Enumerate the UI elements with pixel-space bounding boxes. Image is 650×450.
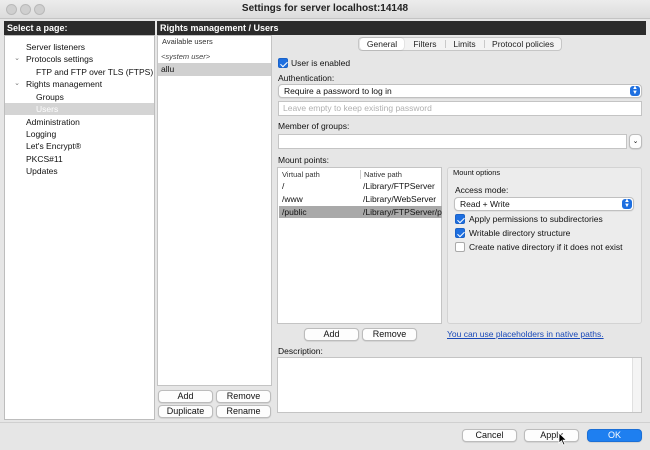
tree-item-label: Groups (36, 92, 64, 102)
tab-general[interactable]: General (360, 38, 404, 50)
native-path-cell: /Library/FTPServer (363, 181, 435, 191)
mount-options-title: Mount options (453, 168, 501, 177)
footer-divider (0, 422, 650, 423)
tree-item-label: Let's Encrypt® (26, 141, 82, 151)
chevron-down-icon[interactable]: ⌄ (13, 53, 21, 65)
remove-mount-button[interactable]: Remove (362, 328, 417, 341)
ok-button[interactable]: OK (587, 429, 642, 442)
virtual-path-header[interactable]: Virtual path (282, 169, 320, 180)
placeholders-link[interactable]: You can use placeholders in native paths… (447, 329, 604, 339)
tree-item[interactable]: Logging (5, 128, 154, 140)
add-mount-button[interactable]: Add (304, 328, 359, 341)
tree-item[interactable]: PKCS#11 (5, 153, 154, 165)
tree-item-label: Administration (26, 117, 80, 127)
groups-dropdown-button[interactable]: ⌄ (629, 134, 642, 149)
virtual-path-cell: /www (282, 194, 303, 204)
remove-user-button[interactable]: Remove (216, 390, 271, 403)
description-label: Description: (278, 346, 323, 356)
tree-item[interactable]: ⌄ Rights management (5, 78, 154, 90)
column-separator (360, 170, 361, 179)
native-path-header[interactable]: Native path (364, 169, 402, 180)
tree-item[interactable]: Server listeners (5, 41, 154, 53)
create-native-checkbox[interactable] (455, 242, 465, 252)
chevron-down-icon[interactable]: ⌄ (13, 78, 21, 90)
user-enabled-checkbox[interactable] (278, 58, 288, 68)
tree-item-label: PKCS#11 (26, 154, 63, 164)
page-tree: Server listeners ⌄ Protocols settings FTP a… (4, 35, 155, 420)
tree-item-label: Protocols settings (26, 54, 94, 64)
authentication-label: Authentication: (278, 73, 335, 83)
writable-structure-label: Writable directory structure (469, 228, 571, 238)
apply-permissions-label: Apply permissions to subdirectories (469, 214, 603, 224)
access-mode-value: Read + Write (460, 199, 510, 209)
native-path-cell: /Library/WebServer (363, 194, 437, 204)
tree-item[interactable]: Groups (5, 91, 154, 103)
authentication-select[interactable]: Require a password to log in ▲ ▼ (278, 84, 642, 98)
tree-item-label: Logging (26, 129, 57, 139)
virtual-path-cell: / (282, 181, 285, 191)
settings-tabs: General Filters Limits Protocol policies (358, 37, 562, 51)
duplicate-user-button[interactable]: Duplicate (158, 405, 213, 418)
description-textarea[interactable] (277, 357, 642, 413)
tree-item-label: Server listeners (26, 42, 86, 52)
tree-item[interactable]: ⌄ Protocols settings (5, 53, 154, 65)
window-title: Settings for server localhost:14148 (241, 3, 409, 14)
tab-limits[interactable]: Limits (446, 38, 483, 50)
rename-user-button[interactable]: Rename (216, 405, 271, 418)
users-column-header: Available users (162, 37, 213, 46)
tree-item-label: Updates (26, 166, 58, 176)
password-input[interactable]: Leave empty to keep existing password (278, 101, 642, 116)
tree-item[interactable]: Administration (5, 116, 154, 128)
description-scrollbar[interactable] (632, 358, 641, 412)
updown-chevron-icon: ▲ ▼ (622, 198, 632, 209)
updown-chevron-icon: ▲ ▼ (630, 85, 640, 96)
mount-row[interactable]: / /Library/FTPServer (279, 180, 442, 192)
tab-protocol-policies[interactable]: Protocol policies (485, 38, 561, 50)
tree-item[interactable]: Updates (5, 165, 154, 177)
access-mode-label: Access mode: (455, 185, 509, 195)
mouse-pointer-icon (558, 432, 568, 446)
users-list (157, 35, 272, 386)
user-item-selected[interactable]: allu (158, 63, 271, 76)
tree-item-label: FTP and FTP over TLS (FTPS) (36, 67, 154, 77)
tree-item[interactable]: FTP and FTP over TLS (FTPS) (5, 66, 154, 78)
member-of-groups-label: Member of groups: (278, 121, 350, 131)
tree-item[interactable]: Let's Encrypt® (5, 140, 154, 152)
mount-row[interactable]: /www/Library/WebServer (279, 193, 442, 205)
tree-item-label: Users (36, 104, 59, 114)
page-title: Rights management / Users (157, 21, 646, 35)
tab-filters[interactable]: Filters (406, 38, 444, 50)
mount-points-table: Virtual path Native path / /Library/FTPSe… (277, 167, 442, 324)
page-list-header: Select a page: (4, 21, 155, 35)
writable-structure-checkbox[interactable] (455, 228, 465, 238)
cancel-button[interactable]: Cancel (462, 429, 517, 442)
mount-row[interactable]: /public/Library/FTPServer/p (279, 206, 442, 218)
apply-permissions-checkbox[interactable] (455, 214, 465, 224)
chevron-down-icon: ⌄ (632, 138, 639, 145)
user-item-system[interactable]: <system user> (158, 50, 271, 63)
add-user-button[interactable]: Add (158, 390, 213, 403)
virtual-path-cell: /public (282, 207, 307, 217)
access-mode-select[interactable]: Read + Write ▲ ▼ (454, 197, 634, 211)
tree-item-label: Rights management (26, 79, 103, 89)
user-enabled-label: User is enabled (291, 58, 351, 68)
create-native-label: Create native directory if it does not e… (469, 242, 623, 252)
mount-points-label: Mount points: (278, 155, 330, 165)
tree-item[interactable]: Users (5, 103, 154, 115)
apply-button[interactable]: Apply (524, 429, 579, 442)
native-path-cell: /Library/FTPServer/p (363, 207, 442, 217)
authentication-value: Require a password to log in (284, 86, 392, 96)
member-of-groups-input[interactable] (278, 134, 627, 149)
